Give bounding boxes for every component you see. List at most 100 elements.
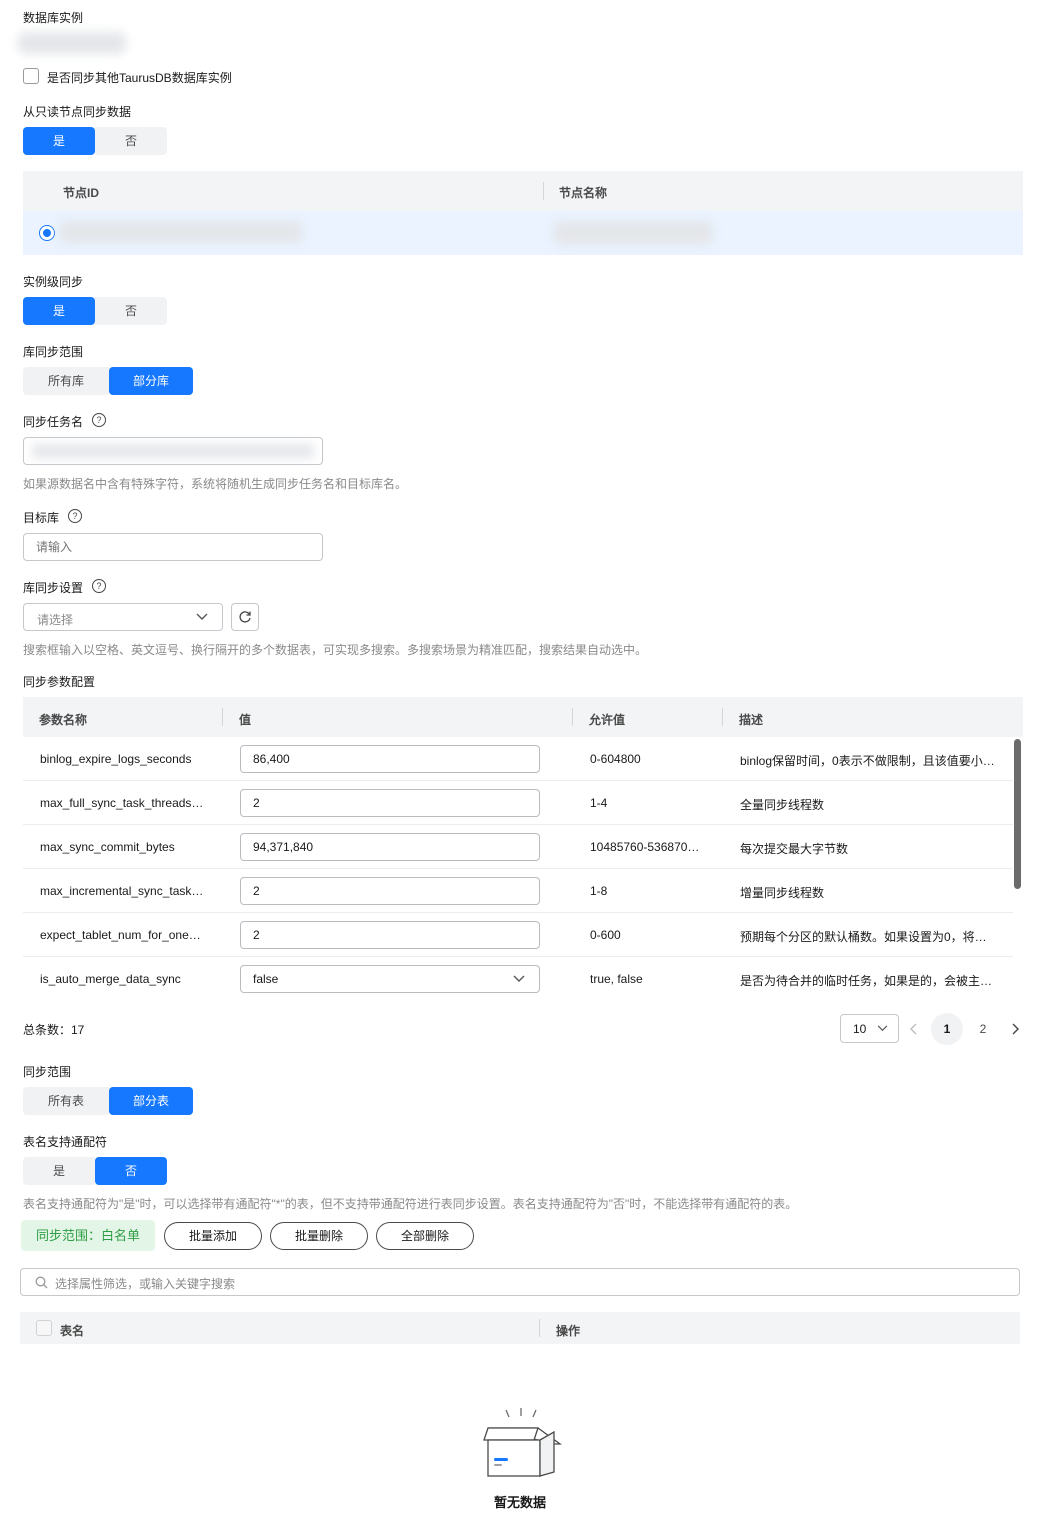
page-2-button[interactable]: 2 [967,1013,999,1045]
param-desc: binlog保留时间，0表示不做限制，且该值要小… [740,754,995,768]
sync-scope-all[interactable]: 所有表 [23,1087,109,1115]
param-allowed: 10485760-536870… [590,840,700,854]
param-allowed: 0-600 [590,928,621,942]
node-id-header: 节点ID [63,186,100,200]
whitelist-table-header: 表名 操作 [20,1312,1020,1344]
target-db-input[interactable] [23,533,323,561]
node-radio[interactable] [39,225,55,241]
search-placeholder: 选择属性筛选，或输入关键字搜索 [55,1277,236,1291]
instance-sync-label: 实例级同步 [23,275,84,289]
param-name-header: 参数名称 [39,713,88,727]
node-id-blurred [59,221,303,243]
wildcard-no[interactable]: 否 [95,1157,167,1185]
help-icon[interactable]: ? [68,509,82,523]
column-divider [572,708,573,726]
table-row: max_sync_commit_bytes 94,371,840 1048576… [23,825,1013,869]
empty-text: 暂无数据 [493,1495,546,1510]
instance-sync-yes[interactable]: 是 [23,297,95,325]
task-name-value-blurred [32,444,314,458]
node-name-header: 节点名称 [559,186,608,200]
page-size-value: 10 [853,1022,867,1036]
param-name: expect_tablet_num_for_one… [40,928,201,942]
param-allowed: true, false [590,972,643,986]
param-name: binlog_expire_logs_seconds [40,752,192,766]
table-row: binlog_expire_logs_seconds 86,400 0-6048… [23,737,1013,781]
param-value-selected: false [253,972,279,986]
task-name-label: 同步任务名 [23,415,84,429]
param-desc: 是否为待合并的临时任务，如果是的，会被主… [740,974,993,988]
column-divider [539,1319,540,1337]
select-all-checkbox[interactable] [36,1320,52,1336]
batch-delete-button[interactable]: 批量删除 [270,1222,368,1250]
instance-sync-no[interactable]: 否 [95,297,167,325]
help-icon[interactable]: ? [92,579,106,593]
param-desc-header: 描述 [739,713,764,727]
chevron-right-icon[interactable] [1011,1023,1019,1035]
param-value-input[interactable]: 86,400 [240,745,540,773]
sync-scope-toggle: 所有表 部分表 [23,1087,193,1115]
table-name-header: 表名 [60,1324,85,1338]
param-allowed: 0-604800 [590,752,641,766]
sync-other-checkbox[interactable] [23,68,39,84]
param-name: is_auto_merge_data_sync [40,972,181,986]
param-value-select[interactable]: false [240,965,540,993]
param-desc: 增量同步线程数 [740,886,825,900]
delete-all-button[interactable]: 全部删除 [376,1222,474,1250]
target-db-label: 目标库 [23,511,60,525]
db-scope-all[interactable]: 所有库 [23,367,109,395]
param-desc: 全量同步线程数 [740,798,825,812]
wildcard-label: 表名支持通配符 [23,1135,108,1149]
db-instance-label: 数据库实例 [23,11,84,25]
db-settings-label: 库同步设置 [23,581,84,595]
batch-add-button[interactable]: 批量添加 [164,1222,262,1250]
db-scope-toggle: 所有库 部分库 [23,367,193,395]
column-divider [543,182,544,200]
table-row: expect_tablet_num_for_one… 2 0-600 预期每个分… [23,913,1013,957]
param-name: max_full_sync_task_threads… [40,796,204,810]
empty-box-icon [483,1408,562,1477]
sync-other-label: 是否同步其他TaurusDB数据库实例 [47,71,232,85]
db-settings-select[interactable]: 请选择 [23,603,223,631]
table-search-box[interactable]: 选择属性筛选，或输入关键字搜索 [20,1268,1020,1296]
task-name-input[interactable] [23,437,323,465]
param-value-header: 值 [239,713,252,727]
page-1-button[interactable]: 1 [931,1013,963,1045]
readonly-sync-yes[interactable]: 是 [23,127,95,155]
readonly-sync-no[interactable]: 否 [95,127,167,155]
table-row: max_incremental_sync_task… 2 1-8 增量同步线程数 [23,869,1013,913]
sync-scope-label: 同步范围 [23,1065,72,1079]
param-desc: 预期每个分区的默认桶数。如果设置为0，将… [740,930,987,944]
param-value-input[interactable]: 2 [240,789,540,817]
sync-scope-partial[interactable]: 部分表 [109,1087,193,1115]
instance-sync-toggle: 是 否 [23,297,167,325]
table-scrollbar[interactable] [1014,739,1021,889]
param-value-input[interactable]: 2 [240,877,540,905]
params-label: 同步参数配置 [23,675,96,689]
help-icon[interactable]: ? [92,413,106,427]
wildcard-toggle: 是 否 [23,1157,167,1185]
wildcard-hint: 表名支持通配符为"是"时，可以选择带有通配符"*"的表，但不支持带通配符进行表同… [23,1197,798,1211]
db-settings-hint: 搜索框输入以空格、英文逗号、换行隔开的多个数据表，可实现多搜索。多搜索场景为精准… [23,643,648,657]
column-divider [222,708,223,726]
params-table-header: 参数名称 值 允许值 描述 [23,697,1023,737]
chevron-left-icon[interactable] [910,1023,918,1035]
operation-header: 操作 [556,1324,581,1338]
table-row: is_auto_merge_data_sync false true, fals… [23,957,1013,1001]
param-allowed-header: 允许值 [589,713,626,727]
db-scope-label: 库同步范围 [23,345,84,359]
chevron-down-icon [513,975,525,982]
page-size-select[interactable]: 10 [840,1014,899,1043]
node-table-row[interactable] [23,211,1023,255]
param-allowed: 1-4 [590,796,608,810]
readonly-sync-label: 从只读节点同步数据 [23,105,132,119]
param-allowed: 1-8 [590,884,608,898]
wildcard-yes[interactable]: 是 [23,1157,95,1185]
param-name: max_sync_commit_bytes [40,840,175,854]
refresh-button[interactable] [231,603,259,631]
param-desc: 每次提交最大字节数 [740,842,849,856]
param-value-input[interactable]: 2 [240,921,540,949]
db-scope-partial[interactable]: 部分库 [109,367,193,395]
param-value-input[interactable]: 94,371,840 [240,833,540,861]
chevron-down-icon [196,613,208,620]
readonly-sync-toggle: 是 否 [23,127,167,155]
